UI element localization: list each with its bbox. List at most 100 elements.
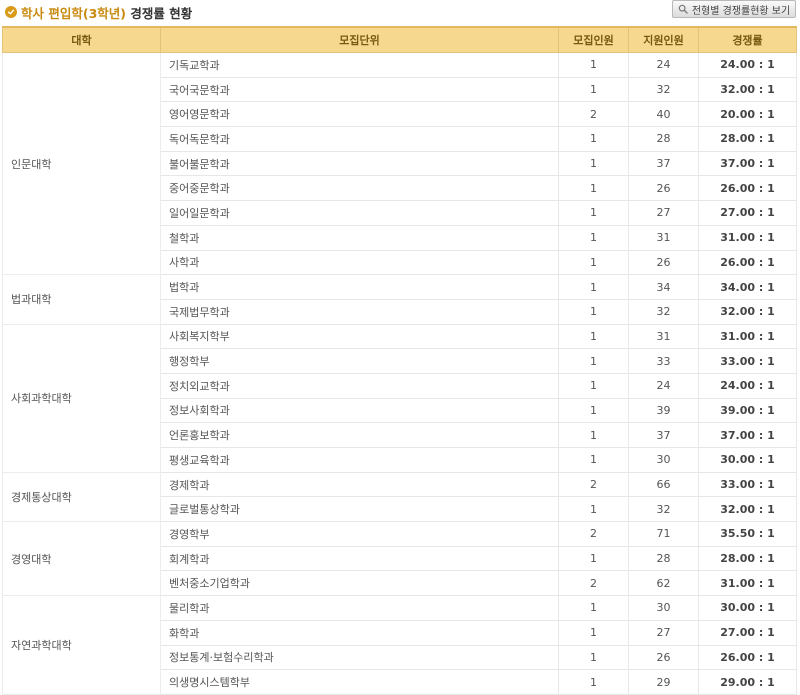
- quota-cell: 1: [558, 595, 629, 621]
- quota-cell: 1: [558, 348, 629, 374]
- table-row: 경영대학 경영학부 2 71 35.50 : 1: [2, 521, 797, 597]
- applicants-cell: 27: [628, 200, 699, 226]
- rate-cell: 37.00 : 1: [698, 150, 797, 177]
- quota-cell: 1: [558, 126, 629, 152]
- rate-cell: 32.00 : 1: [698, 76, 797, 103]
- column-header-applicants: 지원인원: [628, 26, 699, 53]
- quota-cell: 1: [558, 447, 629, 473]
- quota-cell: 1: [558, 274, 629, 300]
- rate-cell: 34.00 : 1: [698, 274, 797, 300]
- quota-cell: 1: [558, 644, 629, 671]
- quota-cell: 1: [558, 52, 629, 78]
- search-icon: [678, 4, 688, 14]
- unit-cell: 글로벌통상학과: [160, 496, 559, 523]
- table-row: 인문대학 기독교학과 1 24 24.00 : 1: [2, 51, 797, 276]
- title-highlight: 학사 편입학(3학년): [21, 5, 126, 21]
- rate-cell: 24.00 : 1: [698, 372, 797, 399]
- applicants-cell: 24: [628, 52, 699, 78]
- applicants-cell: 26: [628, 644, 699, 671]
- quota-cell: 1: [558, 298, 629, 325]
- unit-cell: 벤처중소기업학과: [160, 570, 559, 597]
- rate-cell: 31.00 : 1: [698, 323, 797, 350]
- unit-cell: 행정학부: [160, 348, 559, 374]
- applicants-cell: 30: [628, 595, 699, 621]
- table-row: 사회과학대학 사회복지학부 1 31 31.00 : 1: [2, 323, 797, 473]
- unit-cell: 정보통계·보험수리학과: [160, 644, 559, 671]
- applicants-cell: 34: [628, 274, 699, 300]
- applicants-cell: 66: [628, 471, 699, 498]
- rate-cell: 31.00 : 1: [698, 570, 797, 597]
- unit-cell: 평생교육학과: [160, 447, 559, 473]
- page-header: 학사 편입학(3학년) 경쟁률 현황 전형별 경쟁률현황 보기: [0, 0, 800, 26]
- applicants-cell: 37: [628, 422, 699, 448]
- quota-cell: 1: [558, 669, 629, 695]
- applicants-cell: 30: [628, 447, 699, 473]
- unit-cell: 화학과: [160, 619, 559, 646]
- unit-cell: 사회복지학부: [160, 323, 559, 350]
- rate-cell: 26.00 : 1: [698, 175, 797, 202]
- column-header-college: 대학: [2, 26, 161, 53]
- unit-cell: 중어중문학과: [160, 175, 559, 202]
- applicants-cell: 37: [628, 150, 699, 177]
- quota-cell: 1: [558, 372, 629, 399]
- applicants-cell: 33: [628, 348, 699, 374]
- competition-rate-table: 대학 모집단위 모집인원 지원인원 경쟁률 인문대학 기독교학과 1 24 24.00 …: [2, 26, 797, 695]
- applicants-cell: 31: [628, 323, 699, 350]
- applicants-cell: 28: [628, 545, 699, 572]
- applicants-cell: 24: [628, 372, 699, 399]
- view-by-type-button[interactable]: 전형별 경쟁률현황 보기: [672, 0, 796, 18]
- quota-cell: 1: [558, 545, 629, 572]
- college-cell: 인문대학: [2, 51, 161, 276]
- college-cell: 법과대학: [2, 274, 161, 325]
- quota-cell: 2: [558, 570, 629, 597]
- unit-cell: 언론홍보학과: [160, 422, 559, 448]
- unit-cell: 영어영문학과: [160, 101, 559, 128]
- rate-cell: 37.00 : 1: [698, 422, 797, 448]
- unit-cell: 정보사회학과: [160, 397, 559, 424]
- quota-cell: 1: [558, 249, 629, 276]
- college-cell: 자연과학대학: [2, 595, 161, 695]
- quota-cell: 2: [558, 521, 629, 547]
- rate-cell: 33.00 : 1: [698, 471, 797, 498]
- unit-cell: 회계학과: [160, 545, 559, 572]
- quota-cell: 1: [558, 496, 629, 523]
- title-rest: 경쟁률 현황: [125, 5, 193, 21]
- applicants-cell: 62: [628, 570, 699, 597]
- rate-cell: 28.00 : 1: [698, 545, 797, 572]
- unit-cell: 법학과: [160, 274, 559, 300]
- rate-cell: 20.00 : 1: [698, 101, 797, 128]
- unit-cell: 경제학과: [160, 471, 559, 498]
- unit-cell: 기독교학과: [160, 52, 559, 78]
- quota-cell: 2: [558, 471, 629, 498]
- quota-cell: 1: [558, 76, 629, 103]
- unit-cell: 국제법무학과: [160, 298, 559, 325]
- quota-cell: 1: [558, 619, 629, 646]
- rate-cell: 32.00 : 1: [698, 298, 797, 325]
- unit-cell: 불어불문학과: [160, 150, 559, 177]
- rate-cell: 31.00 : 1: [698, 224, 797, 251]
- table-row: 법과대학 법학과 1 34 34.00 : 1: [2, 274, 797, 325]
- applicants-cell: 26: [628, 175, 699, 202]
- column-header-unit: 모집단위: [160, 26, 559, 53]
- applicants-cell: 29: [628, 669, 699, 695]
- column-header-rate: 경쟁률: [698, 26, 797, 53]
- rate-cell: 28.00 : 1: [698, 126, 797, 152]
- applicants-cell: 28: [628, 126, 699, 152]
- unit-cell: 독어독문학과: [160, 126, 559, 152]
- quota-cell: 1: [558, 200, 629, 226]
- table-row: 자연과학대학 물리학과 1 30 30.00 : 1: [2, 595, 797, 695]
- rate-cell: 30.00 : 1: [698, 447, 797, 473]
- applicants-cell: 26: [628, 249, 699, 276]
- rate-cell: 32.00 : 1: [698, 496, 797, 523]
- applicants-cell: 27: [628, 619, 699, 646]
- rate-cell: 39.00 : 1: [698, 397, 797, 424]
- unit-cell: 사학과: [160, 249, 559, 276]
- unit-cell: 경영학부: [160, 521, 559, 547]
- quota-cell: 1: [558, 150, 629, 177]
- college-cell: 경영대학: [2, 521, 161, 597]
- rate-cell: 24.00 : 1: [698, 52, 797, 78]
- applicants-cell: 31: [628, 224, 699, 251]
- applicants-cell: 32: [628, 298, 699, 325]
- rate-cell: 30.00 : 1: [698, 595, 797, 621]
- unit-cell: 물리학과: [160, 595, 559, 621]
